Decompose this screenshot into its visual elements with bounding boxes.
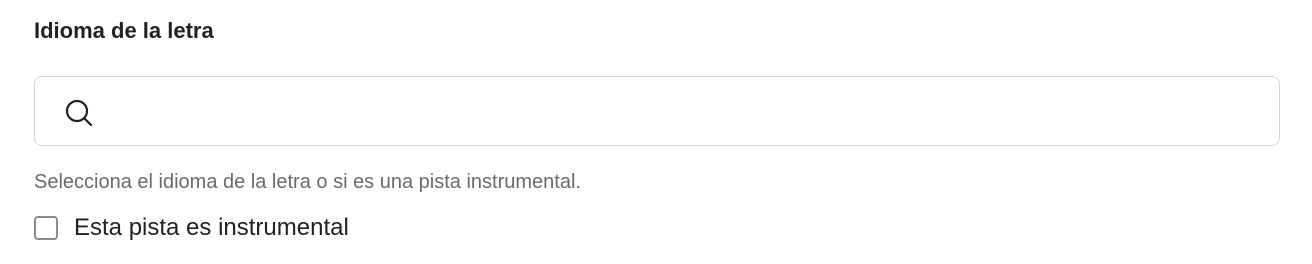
instrumental-checkbox-row[interactable]: Esta pista es instrumental — [34, 212, 349, 244]
field-label: Idioma de la letra — [34, 18, 214, 43]
language-search-input[interactable] — [109, 77, 1263, 145]
instrumental-checkbox[interactable] — [34, 216, 58, 240]
instrumental-checkbox-label[interactable]: Esta pista es instrumental — [74, 212, 349, 244]
search-icon — [63, 97, 95, 129]
helper-text: Selecciona el idioma de la letra o si es… — [34, 171, 581, 193]
language-search-box[interactable] — [34, 76, 1280, 146]
